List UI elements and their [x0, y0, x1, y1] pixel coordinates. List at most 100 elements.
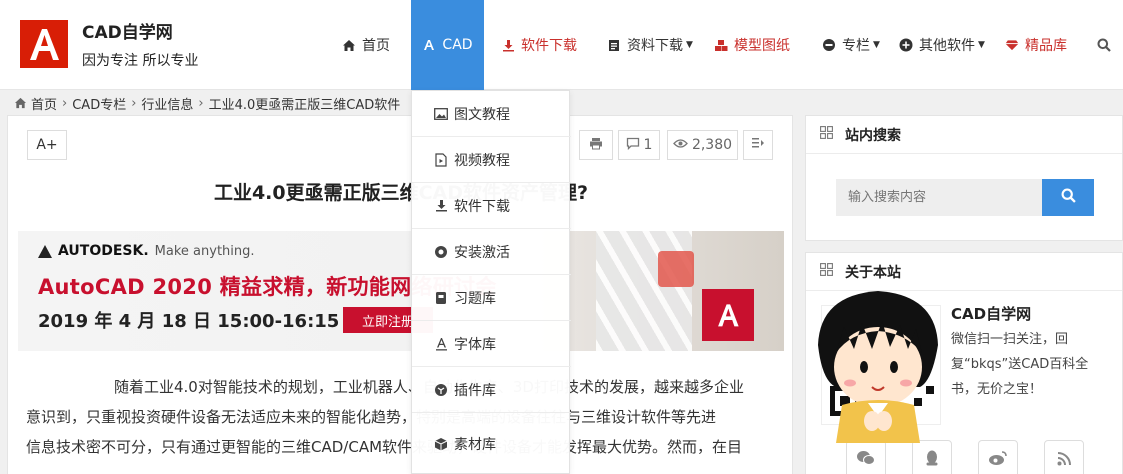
menu-item-software[interactable]: 软件下载 — [412, 183, 571, 229]
nav-premium[interactable]: 精品库 — [1005, 0, 1067, 90]
comments-button[interactable]: 1 — [618, 130, 660, 160]
comment-icon — [626, 137, 640, 154]
cubes-icon — [714, 38, 728, 52]
chevron-down-icon: ▼ — [686, 40, 693, 50]
banner-decor — [596, 231, 692, 351]
site-name[interactable]: CAD自学网 — [82, 18, 173, 43]
search-submit-button[interactable] — [1042, 179, 1094, 216]
menu-item-label: 安装激活 — [454, 244, 510, 261]
qq-button[interactable] — [912, 440, 952, 474]
list-arrow-icon — [751, 137, 765, 153]
autocad-logo-icon — [30, 29, 59, 60]
home-icon — [14, 97, 27, 109]
download-icon — [434, 199, 448, 213]
article-card: A+ 1 2,380 工业4.0更亟需正版三维CAD软件资产管理? AUTODE… — [7, 115, 793, 474]
about-widget-title: 关于本站 — [845, 264, 901, 281]
article-paragraph-line: 随着工业4.0对智能技术的规划，工业机器人、自动化生产、3D打印技术的发展，越来… — [26, 372, 778, 402]
menu-item-assets[interactable]: 素材库 — [412, 413, 571, 474]
font-icon — [434, 337, 448, 351]
views-counter: 2,380 — [667, 130, 738, 160]
banner-tagline: Make anything. — [154, 243, 255, 259]
nav-software-download[interactable]: 软件下载 — [501, 0, 577, 90]
print-icon — [589, 137, 603, 154]
site-logo[interactable] — [20, 20, 68, 68]
search-widget-title: 站内搜索 — [845, 127, 901, 144]
nav-materials-label: 资料下载 — [627, 38, 683, 54]
eye-icon — [673, 137, 688, 153]
nav-cad-label: CAD — [442, 37, 473, 53]
autocad-logo-icon — [702, 289, 754, 341]
nav-model-drawings[interactable]: 模型图纸 — [714, 0, 790, 90]
search-icon — [1061, 188, 1076, 207]
download-icon — [501, 38, 515, 52]
banner-date: 2019 年 4 月 18 日 15:00-16:15 — [38, 311, 340, 332]
article-title: 工业4.0更亟需正版三维CAD软件资产管理? — [213, 182, 589, 204]
menu-item-fonts[interactable]: 字体库 — [412, 321, 571, 367]
breadcrumb-separator: › — [198, 95, 204, 111]
menu-item-label: 软件下载 — [454, 198, 510, 215]
menu-item-activation[interactable]: 安装激活 — [412, 229, 571, 275]
autocad-icon — [422, 38, 436, 52]
font-size-button[interactable]: A+ — [27, 130, 67, 160]
breadcrumb-separator: › — [131, 95, 137, 111]
breadcrumb-current: 工业4.0更亟需正版三维CAD软件 — [208, 97, 401, 113]
nav-column[interactable]: 专栏 ▼ — [822, 0, 880, 90]
weibo-button[interactable] — [978, 440, 1018, 474]
nav-column-label: 专栏 — [842, 38, 870, 54]
activation-icon — [434, 245, 448, 259]
menu-item-label: 字体库 — [454, 336, 496, 353]
nav-home-label: 首页 — [362, 38, 390, 54]
plus-circle-icon — [899, 38, 913, 52]
search-icon — [1097, 38, 1111, 52]
nav-other-label: 其他软件 — [919, 38, 975, 54]
menu-item-label: 插件库 — [454, 382, 496, 399]
menu-item-tutorials[interactable]: 图文教程 — [412, 91, 571, 137]
site-slogan: 因为专注 所以专业 — [82, 53, 199, 69]
nav-software-label: 软件下载 — [521, 38, 577, 54]
breadcrumb-separator: › — [62, 95, 68, 111]
nav-search-button[interactable] — [1097, 0, 1117, 90]
autodesk-brand: AUTODESK. Make anything. — [38, 243, 255, 259]
diamond-icon — [1005, 38, 1019, 52]
rss-button[interactable] — [1044, 440, 1084, 474]
menu-item-exercises[interactable]: 习题库 — [412, 275, 571, 321]
qq-icon — [924, 449, 940, 471]
search-input[interactable] — [836, 179, 1042, 216]
widget-header: 站内搜索 — [806, 116, 1122, 154]
print-button[interactable] — [579, 130, 613, 160]
grid-icon — [820, 263, 833, 280]
article-paragraph-line: 意识到，只重视投资硬件设备无法适应未来的智能化趋势，特别是高端的设备往往与三维设… — [26, 408, 717, 426]
document-icon — [607, 38, 621, 52]
article-body: 随着工业4.0对智能技术的规划，工业机器人、自动化生产、3D打印技术的发展，越来… — [26, 372, 778, 462]
breadcrumb-column[interactable]: CAD专栏 — [72, 94, 126, 113]
read-mode-button[interactable] — [743, 130, 773, 160]
cube-icon — [434, 437, 448, 451]
rss-icon — [1057, 451, 1072, 470]
menu-item-videos[interactable]: 视频教程 — [412, 137, 571, 183]
nav-other-software[interactable]: 其他软件 ▼ — [899, 0, 985, 90]
breadcrumb: 首页 › CAD专栏 › 行业信息 › 工业4.0更亟需正版三维CAD软件 — [14, 94, 401, 113]
chevron-down-icon: ▼ — [978, 40, 985, 50]
nav-premium-label: 精品库 — [1025, 38, 1067, 54]
about-description: 微信扫一扫关注，回复“bkqs”送CAD百科全书，无价之宝！ — [951, 332, 1089, 397]
video-file-icon — [434, 152, 448, 167]
grid-icon — [820, 126, 833, 143]
view-count: 2,380 — [691, 137, 733, 153]
breadcrumb-category[interactable]: 行业信息 — [141, 94, 193, 113]
menu-item-label: 视频教程 — [454, 152, 510, 169]
article-paragraph-line: 信息技术密不可分，只有通过更智能的三维CAD/CAM软件来驱动，硬件设备才能发挥… — [26, 438, 743, 456]
nav-cad[interactable]: CAD — [411, 0, 484, 90]
menu-item-label: 素材库 — [454, 437, 496, 453]
image-icon — [434, 107, 448, 121]
promo-banner[interactable]: AUTODESK. Make anything. AutoCAD 2020 精益… — [18, 231, 784, 351]
wechat-button[interactable] — [846, 440, 886, 474]
breadcrumb-home[interactable]: 首页 — [31, 94, 57, 113]
nav-materials-download[interactable]: 资料下载 ▼ — [607, 0, 693, 90]
weibo-icon — [988, 450, 1008, 470]
wechat-icon — [856, 450, 876, 470]
banner-brand: AUTODESK. — [58, 243, 149, 259]
hat-icon — [822, 38, 836, 52]
nav-home[interactable]: 首页 — [342, 0, 390, 90]
comment-count: 1 — [643, 137, 653, 153]
menu-item-plugins[interactable]: 插件库 — [412, 367, 571, 413]
